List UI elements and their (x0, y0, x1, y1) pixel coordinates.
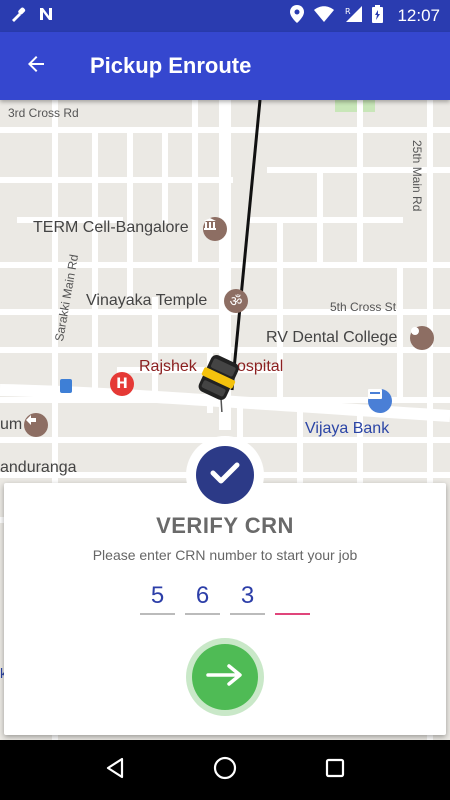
crn-digit-input[interactable]: 6 (185, 581, 220, 615)
verify-subtitle: Please enter CRN number to start your jo… (92, 547, 358, 563)
crn-digit-input[interactable]: 3 (230, 581, 265, 615)
eyedropper-icon (10, 6, 26, 26)
back-button[interactable] (6, 32, 66, 100)
page-title: Pickup Enroute (90, 53, 252, 78)
nav-home-button[interactable] (200, 745, 250, 795)
notification-n-icon (38, 6, 54, 26)
triangle-back-icon (104, 757, 126, 783)
place-label[interactable]: Vijaya Bank (305, 420, 389, 438)
svg-text:R: R (345, 7, 351, 16)
crn-digit-input[interactable]: 5 (140, 581, 175, 615)
nav-recent-button[interactable] (310, 745, 360, 795)
verify-title: VERIFY CRN (156, 513, 294, 538)
nav-back-button[interactable] (90, 745, 140, 795)
submit-crn-button[interactable] (186, 638, 264, 716)
circle-home-icon (213, 756, 237, 784)
square-recent-icon (325, 758, 345, 782)
battery-charging-icon (372, 4, 384, 28)
location-icon (290, 4, 305, 28)
wifi-icon (314, 5, 335, 27)
arrow-left-icon (24, 52, 48, 80)
signal-roaming-icon: R (344, 5, 363, 27)
system-nav-bar (0, 740, 450, 800)
status-bar: R 12:07 (0, 0, 450, 32)
place-label[interactable]: RV Dental College (266, 329, 397, 347)
place-label-suffix: ospital (237, 358, 284, 375)
place-label[interactable]: TERM Cell-Bangalore (33, 219, 189, 237)
street-label: 5th Cross St (330, 300, 397, 314)
museum-icon[interactable] (203, 217, 227, 241)
street-label: 3rd Cross Rd (8, 106, 79, 120)
place-label[interactable]: Rajshek (139, 358, 197, 376)
verified-badge (186, 436, 264, 514)
direction-icon[interactable] (24, 413, 48, 437)
crn-digit-input-active[interactable] (275, 581, 310, 615)
arrow-right-icon (205, 663, 245, 691)
crn-input-group: 5 6 3 (140, 581, 310, 615)
place-label[interactable]: Vinayaka Temple (86, 292, 207, 310)
status-time: 12:07 (397, 6, 440, 25)
hospital-icon[interactable]: H (110, 372, 134, 396)
street-label: 25th Main Rd (410, 140, 424, 212)
transit-icon (60, 379, 72, 393)
atm-icon[interactable] (368, 389, 392, 413)
verify-crn-card: VERIFY CRN Please enter CRN number to st… (4, 483, 446, 735)
om-icon[interactable]: ॐ (224, 289, 248, 313)
checkmark-icon (210, 461, 240, 489)
place-label[interactable]: anduranga (0, 459, 77, 477)
place-label[interactable]: um (0, 416, 22, 434)
app-bar: Pickup Enroute (0, 32, 450, 100)
place-dot-icon[interactable] (410, 326, 434, 350)
